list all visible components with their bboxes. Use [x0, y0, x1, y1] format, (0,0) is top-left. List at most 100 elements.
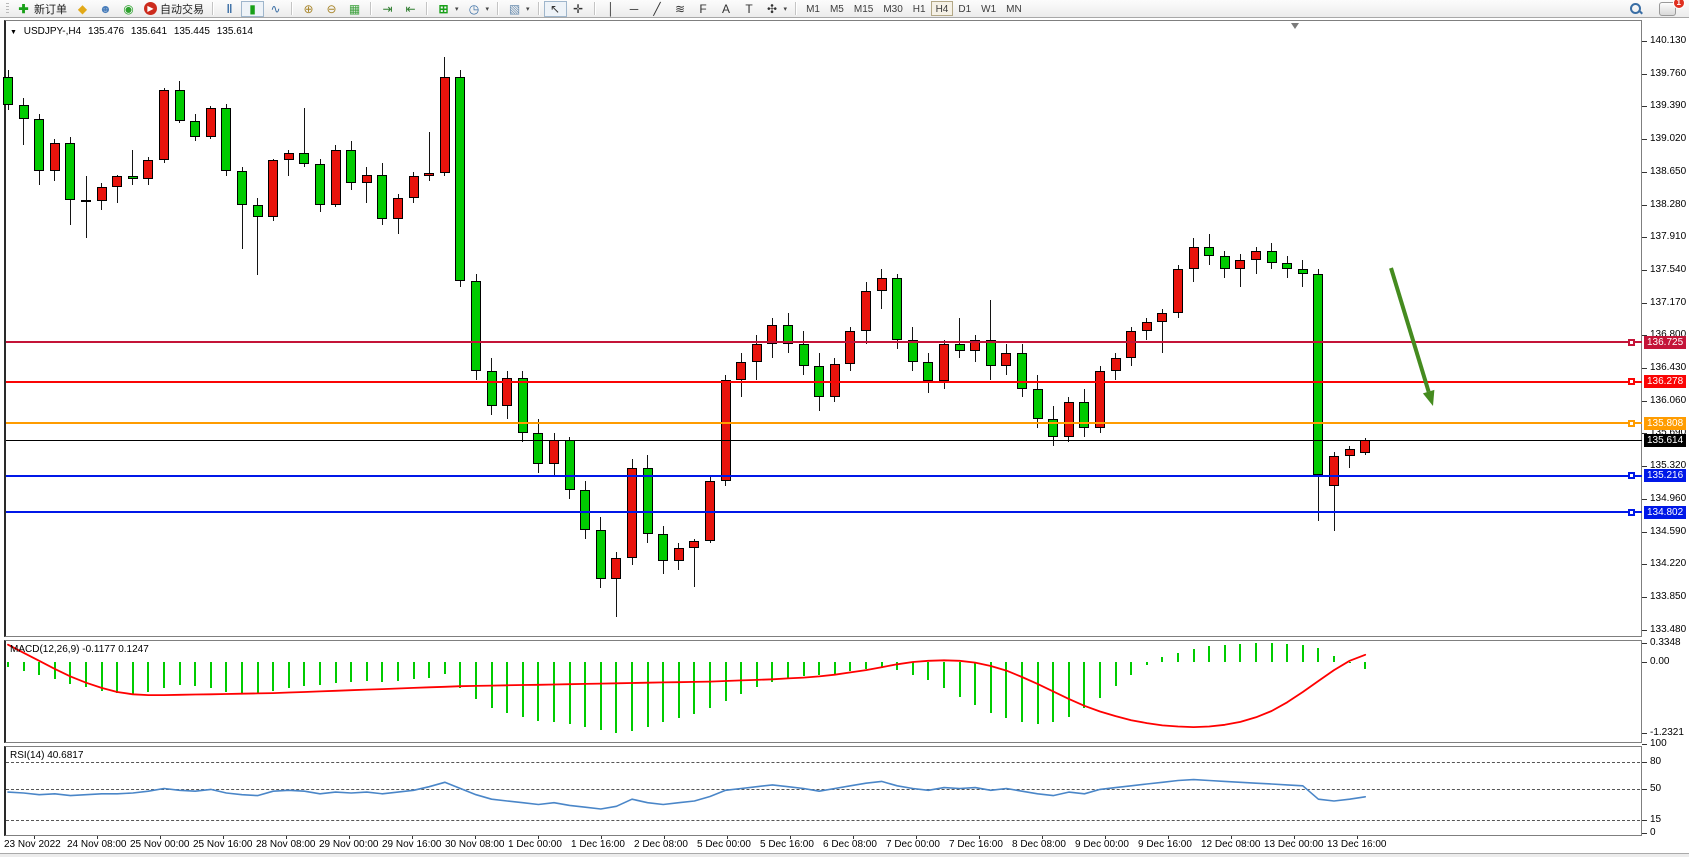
price-axis-tick — [1642, 205, 1647, 206]
candle — [1064, 402, 1074, 437]
candle — [299, 153, 309, 164]
macd-histogram-bar — [647, 662, 649, 727]
price-tick-label: 138.650 — [1650, 166, 1686, 177]
price-tick-label: 136.060 — [1650, 395, 1686, 406]
algo-trading-button[interactable]: ▶ 自动交易 — [140, 1, 208, 17]
price-tick-label: 134.220 — [1650, 558, 1686, 569]
candle — [377, 175, 387, 219]
horizontal-level-line[interactable] — [6, 341, 1642, 343]
toolbar-separator — [370, 2, 372, 15]
candle — [34, 119, 44, 171]
tile-windows-button[interactable]: ▦ — [343, 1, 366, 17]
timeframe-mn-button[interactable]: MN — [1001, 1, 1027, 16]
chart-line-button[interactable]: ∿ — [264, 1, 287, 17]
cursor-button[interactable]: ↖ — [544, 1, 567, 17]
horizontal-level-line[interactable] — [6, 381, 1642, 383]
auto-scroll-button[interactable]: ⇥ — [376, 1, 399, 17]
timeframe-m1-button[interactable]: M1 — [801, 1, 825, 16]
line-anchor-handle[interactable] — [1628, 509, 1635, 516]
price-axis-tick — [1642, 597, 1647, 598]
shapes-button[interactable]: ✣ ▾ — [761, 1, 792, 17]
symbol-dropdown-icon[interactable]: ▼ — [10, 29, 17, 36]
candle — [1157, 313, 1167, 322]
bar-high-value: 135.641 — [131, 26, 167, 37]
zoom-out-icon: ⊖ — [324, 2, 339, 16]
signals-icon: ◉ — [121, 2, 136, 16]
chart-shift-marker[interactable] — [1291, 23, 1299, 29]
price-tick-label: 139.020 — [1650, 133, 1686, 144]
signals-button[interactable]: ◉ — [117, 1, 140, 17]
indicators-icon: ⊞ — [436, 2, 451, 16]
templates-button[interactable]: ▧ ▾ — [503, 1, 534, 17]
rsi-tick-label: 80 — [1650, 756, 1661, 767]
time-axis-label: 5 Dec 16:00 — [760, 839, 814, 850]
notifications-button[interactable]: 1 — [1655, 1, 1680, 17]
text-label-button[interactable]: T — [738, 1, 761, 17]
macd-histogram-bar — [1068, 662, 1070, 717]
line-anchor-handle[interactable] — [1628, 420, 1635, 427]
horizontal-level-line[interactable] — [6, 422, 1642, 424]
price-axis-tick — [1642, 532, 1647, 533]
indicators-button[interactable]: ⊞ ▾ — [432, 1, 463, 17]
level-price-badge: 134.802 — [1644, 506, 1686, 519]
macd-histogram-bar — [771, 662, 773, 682]
macd-histogram-bar — [257, 662, 259, 694]
timeframe-m15-button[interactable]: M15 — [849, 1, 878, 16]
zoom-out-button[interactable]: ⊖ — [320, 1, 343, 17]
macd-histogram-bar — [600, 662, 602, 730]
macd-histogram-bar — [491, 662, 493, 708]
timeframe-w1-button[interactable]: W1 — [976, 1, 1001, 16]
zoom-in-button[interactable]: ⊕ — [297, 1, 320, 17]
candle — [362, 175, 372, 184]
vertical-line-button[interactable]: │ — [600, 1, 623, 17]
macd-histogram-bar — [849, 662, 851, 671]
candle — [455, 77, 465, 280]
line-anchor-handle[interactable] — [1628, 339, 1635, 346]
search-button[interactable] — [1625, 1, 1647, 17]
horizontal-level-line[interactable] — [6, 511, 1642, 513]
macd-histogram-bar — [631, 662, 633, 731]
horizontal-line-button[interactable]: ─ — [623, 1, 646, 17]
macd-histogram-bar — [912, 662, 914, 675]
horizontal-level-line[interactable] — [6, 475, 1642, 477]
fibo-expansion-button[interactable]: F — [692, 1, 715, 17]
new-order-button[interactable]: ✚ 新订单 — [12, 1, 71, 17]
fibonacci-button[interactable]: ≋ — [669, 1, 692, 17]
macd-axis-tick — [1642, 662, 1647, 663]
candle — [861, 291, 871, 331]
new-order-label: 新订单 — [34, 1, 67, 17]
crosshair-button[interactable]: ✛ — [567, 1, 590, 17]
time-axis-tick — [1042, 836, 1043, 839]
macd-histogram-bar — [693, 662, 695, 714]
price-axis-tick — [1642, 303, 1647, 304]
rsi-level-line — [6, 820, 1640, 821]
chart-candles-button[interactable]: ▮ — [241, 1, 264, 17]
macd-histogram-bar — [101, 662, 103, 691]
periods-button[interactable]: ◷ ▾ — [463, 1, 494, 17]
macd-histogram-bar — [959, 662, 961, 697]
text-button[interactable]: A — [715, 1, 738, 17]
timeframe-m5-button[interactable]: M5 — [825, 1, 849, 16]
candle — [1329, 456, 1339, 486]
metaquotes-button[interactable]: ◆ — [71, 1, 94, 17]
time-axis-label: 25 Nov 16:00 — [193, 839, 253, 850]
community-button[interactable]: ☻ — [94, 1, 117, 17]
timeframe-h1-button[interactable]: H1 — [908, 1, 931, 16]
timeframe-d1-button[interactable]: D1 — [953, 1, 976, 16]
chart-shift-button[interactable]: ⇤ — [399, 1, 422, 17]
level-price-badge: 136.278 — [1644, 375, 1686, 388]
macd-histogram-bar — [1052, 662, 1054, 722]
macd-histogram-bar — [475, 662, 477, 699]
macd-histogram-bar — [1021, 662, 1023, 722]
timeframe-h4-button[interactable]: H4 — [931, 1, 954, 16]
timeframe-m30-button[interactable]: M30 — [878, 1, 907, 16]
line-anchor-handle[interactable] — [1628, 378, 1635, 385]
macd-histogram-bar — [896, 662, 898, 670]
candle — [143, 160, 153, 179]
chart-bars-button[interactable]: ‖ — [218, 1, 241, 17]
line-anchor-handle[interactable] — [1628, 472, 1635, 479]
price-tick-label: 133.480 — [1650, 624, 1686, 635]
trendline-button[interactable]: ╱ — [646, 1, 669, 17]
candle — [1017, 353, 1027, 388]
macd-indicator-label: MACD(12,26,9) -0.1177 0.1247 — [10, 644, 149, 655]
